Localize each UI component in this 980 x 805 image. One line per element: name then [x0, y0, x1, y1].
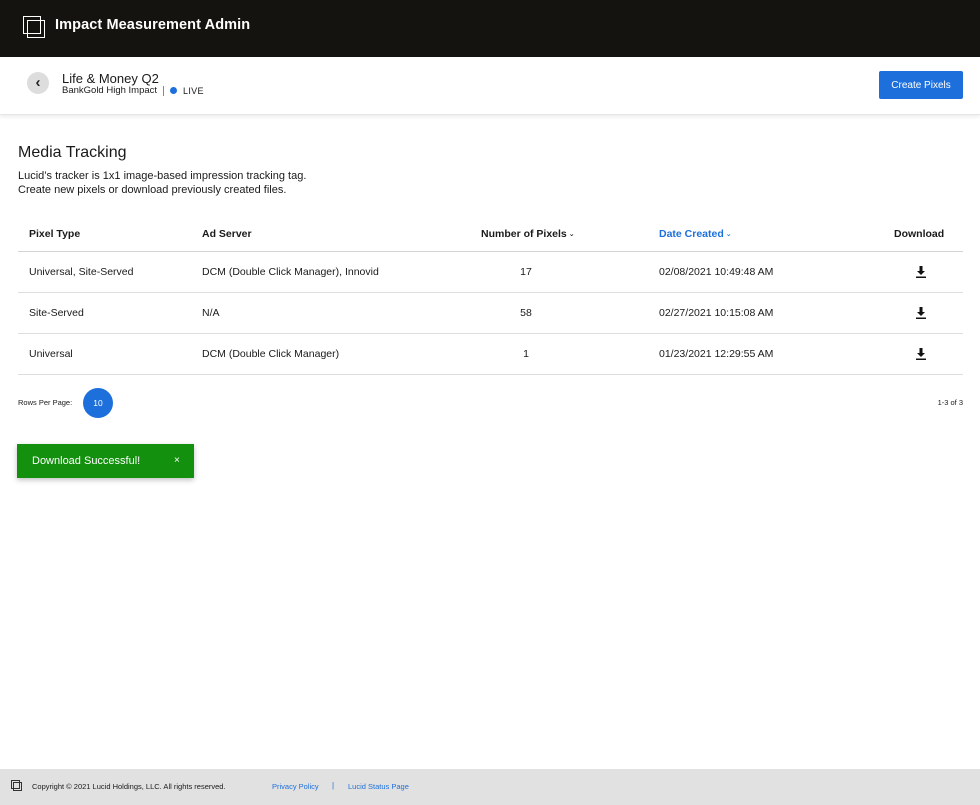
- footer: Copyright © 2021 Lucid Holdings, LLC. Al…: [0, 769, 980, 805]
- column-header-download: Download: [894, 228, 945, 240]
- stacked-squares-logo-icon: [23, 16, 46, 39]
- column-header-ad-server: Ad Server: [202, 228, 252, 240]
- cell-pixel-type: Site-Served: [29, 307, 84, 319]
- app-title: Impact Measurement Admin: [55, 17, 251, 33]
- back-button[interactable]: ‹: [27, 72, 49, 94]
- download-icon: [916, 348, 926, 360]
- chevron-down-icon: ⌄: [568, 231, 575, 238]
- status-dot-icon: [170, 87, 178, 94]
- app-bar: Impact Measurement Admin: [0, 0, 980, 57]
- description-line-2: Create new pixels or download previously…: [18, 184, 287, 196]
- campaign-subtitle: BankGold High Impact: [62, 85, 158, 96]
- cell-number-of-pixels: 58: [520, 307, 532, 319]
- column-header-label: Number of Pixels: [481, 228, 567, 240]
- chevron-down-icon: ⌄: [725, 231, 732, 238]
- table-row: Universal, Site-Served DCM (Double Click…: [18, 252, 963, 293]
- toast-message: Download Successful!: [32, 455, 141, 467]
- stacked-squares-logo-icon: [11, 780, 23, 792]
- rows-per-page-label: Rows Per Page:: [18, 398, 73, 407]
- create-pixels-button[interactable]: Create Pixels: [879, 71, 963, 99]
- cell-number-of-pixels: 1: [523, 348, 529, 360]
- column-header-date-created[interactable]: Date Created ⌄: [659, 228, 732, 240]
- success-toast: Download Successful! ×: [17, 444, 194, 478]
- download-button[interactable]: [916, 307, 927, 319]
- column-header-number-of-pixels[interactable]: Number of Pixels ⌄: [481, 228, 575, 240]
- column-header-pixel-type: Pixel Type: [29, 228, 81, 240]
- status-badge: LIVE: [183, 85, 204, 96]
- cell-ad-server: DCM (Double Click Manager): [202, 348, 340, 360]
- close-icon[interactable]: ×: [174, 455, 180, 466]
- cell-date-created: 01/23/2021 12:29:55 AM: [659, 348, 774, 360]
- chevron-left-icon: ‹: [35, 73, 41, 91]
- cell-pixel-type: Universal, Site-Served: [29, 266, 134, 278]
- cell-number-of-pixels: 17: [520, 266, 532, 278]
- footer-separator: |: [332, 781, 335, 790]
- table-row: Universal DCM (Double Click Manager) 1 0…: [18, 334, 963, 375]
- cell-date-created: 02/27/2021 10:15:08 AM: [659, 307, 774, 319]
- campaign-header: ‹ Life & Money Q2 BankGold High Impact L…: [0, 57, 980, 115]
- pixels-table: Pixel Type Ad Server Number of Pixels ⌄ D…: [18, 217, 963, 375]
- cell-ad-server: DCM (Double Click Manager), Innovid: [202, 266, 379, 278]
- download-icon: [916, 307, 926, 319]
- cell-ad-server: N/A: [202, 307, 220, 319]
- campaign-subtitle-row: BankGold High Impact LIVE: [62, 85, 204, 96]
- table-header-row: Pixel Type Ad Server Number of Pixels ⌄ D…: [18, 217, 963, 252]
- cell-pixel-type: Universal: [29, 348, 73, 360]
- download-icon: [916, 266, 926, 278]
- pagination-range: 1-3 of 3: [937, 398, 963, 407]
- download-button[interactable]: [916, 266, 927, 278]
- page-title: Media Tracking: [18, 144, 127, 161]
- divider: [163, 85, 165, 96]
- table-row: Site-Served N/A 58 02/27/2021 10:15:08 A…: [18, 293, 963, 334]
- column-header-label: Date Created: [659, 228, 724, 240]
- copyright-text: Copyright © 2021 Lucid Holdings, LLC. Al…: [32, 782, 226, 791]
- rows-per-page-select[interactable]: 10: [83, 388, 113, 418]
- privacy-policy-link[interactable]: Privacy Policy: [272, 782, 319, 791]
- description-line-1: Lucid’s tracker is 1x1 image-based impre…: [18, 170, 307, 182]
- download-button[interactable]: [916, 348, 927, 360]
- campaign-title: Life & Money Q2: [62, 71, 159, 86]
- cell-date-created: 02/08/2021 10:49:48 AM: [659, 266, 774, 278]
- status-page-link[interactable]: Lucid Status Page: [348, 782, 409, 791]
